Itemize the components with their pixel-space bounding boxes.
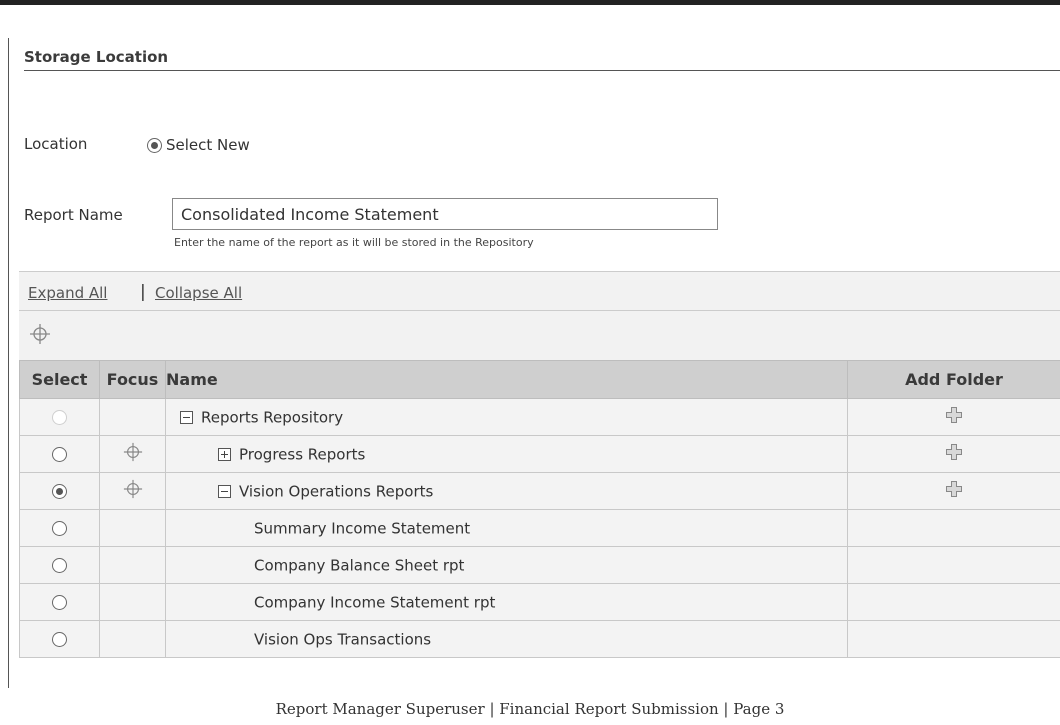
focus-column-header: Focus [99,360,166,399]
row-select-radio[interactable] [52,521,67,536]
plus-add-folder-icon[interactable] [945,443,963,465]
table-row: Company Income Statement rpt [19,583,1060,621]
name-cell: Progress Reports [165,435,848,473]
name-cell: Company Balance Sheet rpt [165,546,848,584]
select-new-radio[interactable] [147,138,162,153]
table-row: Summary Income Statement [19,509,1060,547]
row-select-radio[interactable] [52,558,67,573]
crosshair-focus-icon[interactable] [29,323,51,349]
row-select-radio[interactable] [52,447,67,462]
name-cell: Summary Income Statement [165,509,848,547]
add-folder-cell [847,509,1060,547]
table-row: Progress Reports [19,435,1060,473]
row-select-radio[interactable] [52,484,67,499]
minus-box-icon[interactable] [218,484,231,498]
expand-all-link[interactable]: Expand All [28,284,107,302]
add-folder-cell [847,546,1060,584]
page-footer: Report Manager Superuser | Financial Rep… [275,700,785,718]
name-column-header: Name [165,360,848,399]
location-label: Location [24,135,88,153]
add-folder-cell [847,583,1060,621]
select-cell [19,509,100,547]
focus-cell [99,435,166,473]
minus-box-icon[interactable] [180,410,193,424]
add-folder-column-header: Add Folder [847,360,1060,399]
focus-cell [99,583,166,621]
select-cell [19,620,100,658]
name-cell: Vision Operations Reports [165,472,848,510]
name-cell: Vision Ops Transactions [165,620,848,658]
plus-add-folder-icon[interactable] [945,406,963,428]
select-cell [19,435,100,473]
table-row: Company Balance Sheet rpt [19,546,1060,584]
select-cell [19,546,100,584]
select-new-label[interactable]: Select New [166,136,250,154]
name-cell: Company Income Statement rpt [165,583,848,621]
focus-bar [19,310,1060,361]
report-name-input[interactable] [172,198,718,230]
select-column-header: Select [19,360,100,399]
add-folder-cell [847,620,1060,658]
select-cell [19,583,100,621]
plus-add-folder-icon[interactable] [945,480,963,502]
crosshair-focus-icon[interactable] [123,442,143,466]
top-rule [0,0,1060,5]
section-title: Storage Location [24,48,169,66]
tree-node-name: Progress Reports [239,445,366,464]
table-row: Reports Repository [19,398,1060,436]
tree-node-name: Reports Repository [201,408,344,427]
tree-node-name: Company Income Statement rpt [254,593,496,612]
tree-node-name: Vision Operations Reports [239,482,434,501]
focus-cell [99,472,166,510]
tree-node-name: Company Balance Sheet rpt [254,556,465,575]
row-select-radio[interactable] [52,632,67,647]
row-select-radio [52,410,67,425]
table-row: Vision Operations Reports [19,472,1060,510]
add-folder-cell [847,472,1060,510]
collapse-all-link[interactable]: Collapse All [155,284,242,302]
focus-cell [99,509,166,547]
tree-body: Reports Repository Progress Reports Vision… [19,398,1060,658]
left-rule [8,38,9,688]
add-folder-cell [847,435,1060,473]
report-name-hint: Enter the name of the report as it will … [174,236,534,249]
focus-cell [99,398,166,436]
name-cell: Reports Repository [165,398,848,436]
add-folder-cell [847,398,1060,436]
select-cell [19,472,100,510]
row-select-radio[interactable] [52,595,67,610]
table-header-row: Select Focus Name Add Folder [19,360,1060,399]
tree-node-name: Vision Ops Transactions [254,630,432,649]
table-row: Vision Ops Transactions [19,620,1060,658]
plus-box-icon[interactable] [218,447,231,461]
crosshair-focus-icon[interactable] [123,479,143,503]
toolbar-separator: | [140,282,146,302]
focus-cell [99,546,166,584]
select-cell [19,398,100,436]
repository-tree-table: Select Focus Name Add Folder Reports Rep… [19,360,1060,658]
report-name-label: Report Name [24,206,123,224]
section-divider [24,70,1060,71]
focus-cell [99,620,166,658]
tree-node-name: Summary Income Statement [254,519,471,538]
